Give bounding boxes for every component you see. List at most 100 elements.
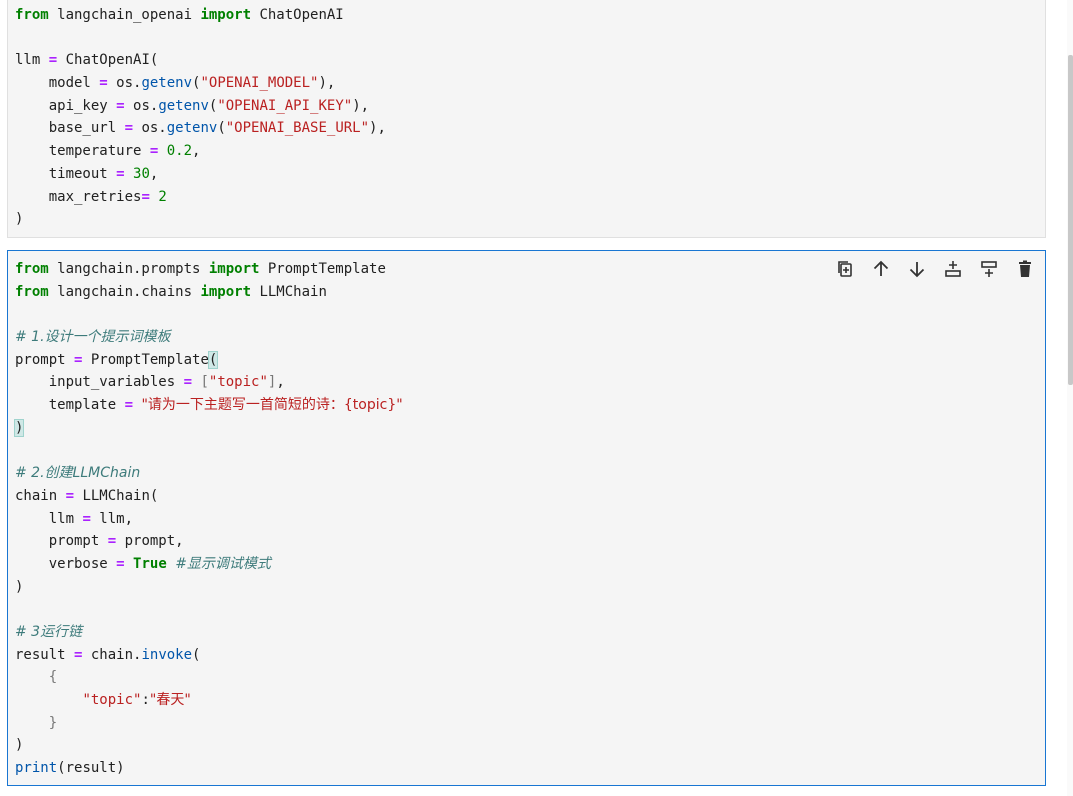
insert-above-button[interactable] bbox=[941, 257, 965, 281]
code-token: ), bbox=[318, 75, 336, 92]
insert-below-icon bbox=[981, 261, 997, 277]
code-line: # 1.设计一个提示词模板 bbox=[15, 326, 403, 349]
code-token: llm, bbox=[90, 510, 134, 527]
insert-below-button[interactable] bbox=[977, 257, 1001, 281]
code-token: langchain_openai bbox=[48, 7, 201, 23]
code-token: "春天" bbox=[149, 692, 191, 709]
move-up-icon bbox=[873, 260, 889, 276]
code-token: True bbox=[133, 555, 167, 572]
code-token: llm bbox=[15, 510, 83, 527]
code-token: # 3运行链 bbox=[15, 624, 83, 640]
code-line: # 2.创建LLMChain bbox=[15, 462, 403, 485]
move-down-button[interactable] bbox=[905, 257, 929, 281]
code-line: api_key = os.getenv("OPENAI_API_KEY"), bbox=[15, 95, 386, 118]
code-token: = bbox=[124, 397, 134, 414]
code-token: os. bbox=[107, 75, 142, 92]
code-token: from bbox=[15, 7, 49, 23]
code-cell-1[interactable]: from langchain_openai import ChatOpenAI … bbox=[7, 0, 1046, 238]
code-line: llm = ChatOpenAI( bbox=[15, 49, 386, 72]
code-token: { bbox=[48, 669, 58, 686]
code-token: ( bbox=[217, 120, 226, 137]
code-token: import bbox=[208, 261, 260, 277]
code-line: ) bbox=[15, 576, 403, 599]
code-token: = bbox=[99, 75, 108, 92]
insert-above-icon bbox=[945, 261, 961, 277]
move-up-button[interactable] bbox=[869, 257, 893, 281]
code-token: = bbox=[141, 188, 150, 205]
code-line: ) bbox=[15, 208, 386, 231]
code-token: PromptTemplate bbox=[259, 261, 386, 277]
code-token: getenv bbox=[141, 75, 193, 92]
code-line: template = "请为一下主题写一首简短的诗：{topic}" bbox=[15, 394, 403, 417]
code-token: "请为一下主题写一首简短的诗：{topic}" bbox=[141, 397, 403, 414]
code-cell-2-active[interactable]: from langchain.prompts import PromptTemp… bbox=[7, 250, 1046, 786]
code-token: ( bbox=[192, 646, 201, 663]
code-token: prompt bbox=[15, 533, 108, 550]
code-line: base_url = os.getenv("OPENAI_BASE_URL"), bbox=[15, 117, 386, 140]
delete-cell-button[interactable] bbox=[1013, 257, 1037, 281]
code-token: "OPENAI_MODEL" bbox=[200, 75, 319, 92]
code-editor[interactable]: from langchain.prompts import PromptTemp… bbox=[13, 258, 403, 780]
code-token: temperature bbox=[15, 143, 150, 160]
code-line: input_variables = ["topic"], bbox=[15, 371, 403, 394]
code-token: llm bbox=[15, 52, 49, 69]
code-line: # 3运行链 bbox=[15, 621, 403, 644]
code-token: input_variables bbox=[15, 374, 184, 391]
code-line: from langchain_openai import ChatOpenAI bbox=[15, 4, 386, 27]
code-line: ) bbox=[13, 417, 403, 440]
trash-icon bbox=[1019, 260, 1031, 277]
code-token: #显示调试模式 bbox=[175, 555, 271, 572]
code-token: langchain.prompts bbox=[48, 261, 209, 277]
code-token: (result) bbox=[57, 760, 125, 777]
code-token: prompt bbox=[15, 351, 75, 368]
scrollbar-thumb[interactable] bbox=[1068, 55, 1073, 385]
code-token: = bbox=[116, 165, 125, 182]
code-token: = bbox=[65, 487, 75, 504]
code-token: verbose bbox=[15, 555, 117, 572]
scrollbar[interactable] bbox=[1067, 0, 1073, 796]
duplicate-cell-button[interactable] bbox=[833, 257, 857, 281]
code-line: from langchain.chains import LLMChain bbox=[15, 281, 403, 304]
code-token: PromptTemplate bbox=[82, 351, 209, 368]
code-token: import bbox=[200, 283, 252, 300]
code-editor[interactable]: from langchain_openai import ChatOpenAI … bbox=[15, 4, 386, 231]
code-token: api_key bbox=[15, 97, 117, 114]
code-token: = bbox=[124, 120, 134, 137]
code-token: timeout bbox=[15, 165, 117, 182]
code-token: langchain.chains bbox=[48, 283, 201, 300]
code-token: LLMChain( bbox=[74, 487, 159, 504]
code-token: from bbox=[15, 283, 49, 300]
code-token: getenv bbox=[158, 97, 209, 114]
move-down-icon bbox=[909, 262, 925, 278]
code-token: ) bbox=[15, 578, 24, 595]
code-line: max_retries= 2 bbox=[15, 186, 386, 209]
code-token: from bbox=[15, 261, 49, 277]
code-line: result = chain.invoke( bbox=[15, 644, 403, 667]
code-line: { bbox=[15, 666, 403, 689]
code-token: # 1.设计一个提示词模板 bbox=[15, 329, 171, 346]
code-token: "OPENAI_API_KEY" bbox=[217, 97, 353, 114]
code-token: = bbox=[107, 533, 117, 550]
code-line: model = os.getenv("OPENAI_MODEL"), bbox=[15, 72, 386, 95]
code-token: template bbox=[15, 397, 125, 414]
code-token: ) bbox=[15, 737, 24, 754]
code-token: result bbox=[15, 646, 75, 663]
code-token: = bbox=[48, 52, 58, 69]
code-token: # 2.创建LLMChain bbox=[15, 465, 141, 482]
code-token: ChatOpenAI( bbox=[57, 52, 159, 69]
duplicate-cell-icon bbox=[838, 261, 852, 277]
code-token: ChatOpenAI bbox=[251, 7, 344, 23]
code-token: ) bbox=[13, 418, 25, 437]
code-token: ), bbox=[369, 120, 386, 137]
code-token: invoke bbox=[141, 646, 193, 663]
code-token: max_retries bbox=[15, 188, 142, 205]
